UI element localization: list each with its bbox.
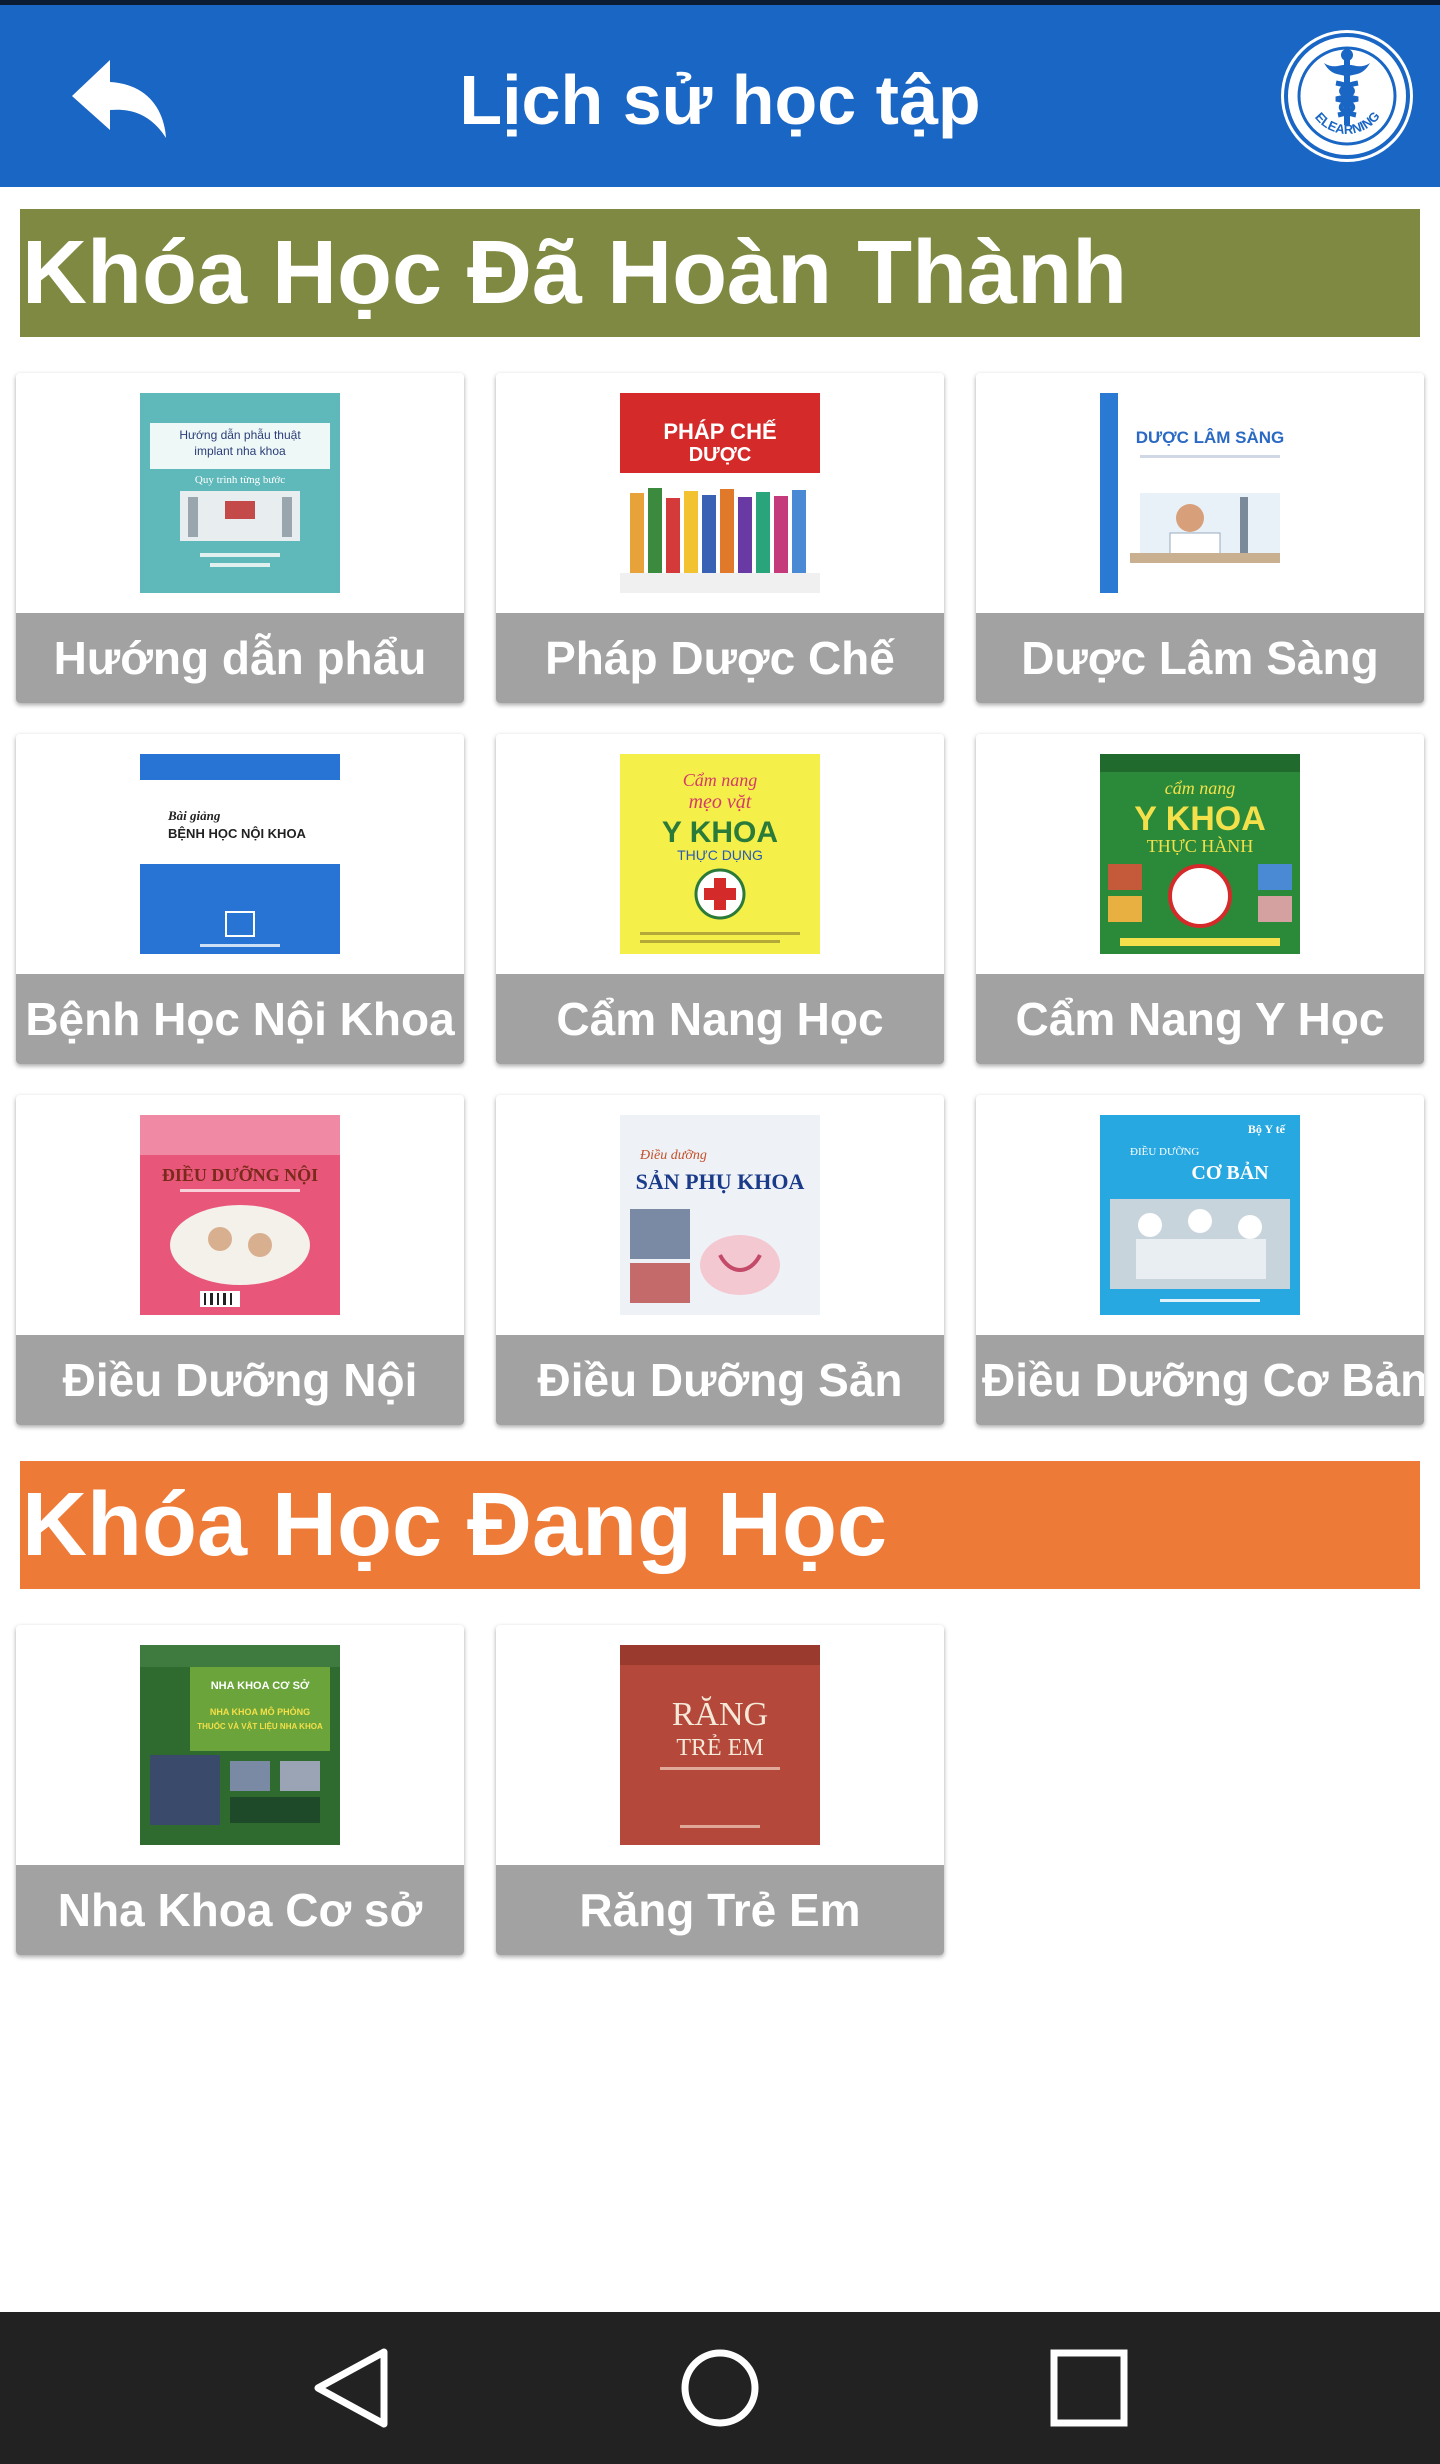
course-title: Nha Khoa Cơ sở xyxy=(16,1865,464,1955)
svg-text:PHÁP CHẾ: PHÁP CHẾ xyxy=(663,419,776,444)
svg-text:TRẺ EM: TRẺ EM xyxy=(676,1735,763,1761)
course-cover: cẩm nang Y KHOA THỰC HÀNH xyxy=(1100,754,1300,954)
course-title: Hướng dẫn phẩu xyxy=(16,613,464,703)
svg-text:RĂNG: RĂNG xyxy=(672,1696,768,1733)
course-card[interactable]: RĂNG TRẺ EM Răng Trẻ Em xyxy=(496,1625,944,1955)
svg-text:NHA KHOA CƠ SỞ: NHA KHOA CƠ SỞ xyxy=(211,1679,310,1692)
svg-text:SẢN PHỤ KHOA: SẢN PHỤ KHOA xyxy=(636,1169,805,1194)
elearning-logo: ELEARNING xyxy=(1284,33,1410,159)
system-nav-bar xyxy=(0,2312,1440,2464)
svg-text:THỰC DỤNG: THỰC DỤNG xyxy=(677,847,763,863)
page-title: Lịch sử học tập xyxy=(459,61,981,139)
course-cover: RĂNG TRẺ EM xyxy=(620,1645,820,1845)
svg-text:Hướng dẫn phẫu thuật: Hướng dẫn phẫu thuật xyxy=(179,427,301,442)
course-cover: ĐIỀU DƯỠNG NỘI xyxy=(140,1115,340,1315)
course-title: Điều Dưỡng Cơ Bản xyxy=(976,1335,1424,1425)
course-card[interactable]: PHÁP CHẾ DƯỢC Pháp Dược Chế xyxy=(496,373,944,703)
course-card[interactable]: Bộ Y tế ĐIỀU DƯỠNG CƠ BẢN Điều Dưỡng Cơ … xyxy=(976,1095,1424,1425)
svg-text:ĐIỀU DƯỠNG: ĐIỀU DƯỠNG xyxy=(1130,1145,1199,1158)
course-card[interactable]: cẩm nang Y KHOA THỰC HÀNH Cẩm Nang Y Học xyxy=(976,734,1424,1064)
svg-text:Bộ Y tế: Bộ Y tế xyxy=(1248,1122,1286,1136)
course-cover: Hướng dẫn phẫu thuật implant nha khoa Qu… xyxy=(140,393,340,593)
course-title: Dược Lâm Sàng xyxy=(976,613,1424,703)
svg-text:THỰC HÀNH: THỰC HÀNH xyxy=(1147,835,1253,856)
course-cover: Bộ Y tế ĐIỀU DƯỠNG CƠ BẢN xyxy=(1100,1115,1300,1315)
course-card[interactable]: ĐIỀU DƯỠNG NỘI Điều Dưỡng Nội xyxy=(16,1095,464,1425)
svg-text:Quy trình từng bước: Quy trình từng bước xyxy=(195,474,285,486)
course-cover: Bài giảng BỆNH HỌC NỘI KHOA xyxy=(140,754,340,954)
course-title: Cẩm Nang Học xyxy=(496,974,944,1064)
course-title: Pháp Dược Chế xyxy=(496,613,944,703)
square-recents-icon[interactable] xyxy=(1034,2342,1144,2434)
course-cover: DƯỢC LÂM SÀNG xyxy=(1100,393,1300,593)
course-cover: Cẩm nang mẹo vặt Y KHOA THỰC DỤNG xyxy=(620,754,820,954)
section-title-in-progress: Khóa Học Đang Học xyxy=(20,1461,1420,1589)
svg-text:DƯỢC LÂM SÀNG: DƯỢC LÂM SÀNG xyxy=(1136,428,1285,447)
svg-text:CƠ BẢN: CƠ BẢN xyxy=(1191,1161,1269,1184)
course-card[interactable]: Cẩm nang mẹo vặt Y KHOA THỰC DỤNG Cẩm Na… xyxy=(496,734,944,1064)
svg-text:Điều dưỡng: Điều dưỡng xyxy=(639,1148,707,1163)
course-title: Cẩm Nang Y Học xyxy=(976,974,1424,1064)
course-cover: Điều dưỡng SẢN PHỤ KHOA xyxy=(620,1115,820,1315)
course-card[interactable]: Điều dưỡng SẢN PHỤ KHOA Điều Dưỡng Sản xyxy=(496,1095,944,1425)
section-title-completed: Khóa Học Đã Hoàn Thành xyxy=(20,209,1420,337)
svg-text:NHA KHOA MÔ PHỎNG: NHA KHOA MÔ PHỎNG xyxy=(210,1706,310,1717)
svg-text:ĐIỀU DƯỠNG NỘI: ĐIỀU DƯỠNG NỘI xyxy=(162,1164,318,1185)
svg-text:Y KHOA: Y KHOA xyxy=(662,816,778,849)
svg-text:DƯỢC: DƯỢC xyxy=(689,444,752,466)
course-cover: PHÁP CHẾ DƯỢC xyxy=(620,393,820,593)
svg-text:implant nha khoa: implant nha khoa xyxy=(194,444,286,458)
app-header: Lịch sử học tập ELEARNING xyxy=(0,5,1440,187)
course-card[interactable]: Bài giảng BỆNH HỌC NỘI KHOA Bệnh Học Nội… xyxy=(16,734,464,1064)
svg-text:cẩm nang: cẩm nang xyxy=(1165,778,1236,798)
course-card[interactable]: DƯỢC LÂM SÀNG Dược Lâm Sàng xyxy=(976,373,1424,703)
svg-text:Cẩm nang: Cẩm nang xyxy=(683,770,758,790)
course-cover: NHA KHOA CƠ SỞ NHA KHOA MÔ PHỎNG THUỐC V… xyxy=(140,1645,340,1845)
svg-text:THUỐC VÀ VẬT LIỆU NHA KHOA: THUỐC VÀ VẬT LIỆU NHA KHOA xyxy=(197,1721,323,1731)
course-title: Điều Dưỡng Nội xyxy=(16,1335,464,1425)
svg-text:Bài giảng: Bài giảng xyxy=(167,808,221,823)
course-card[interactable]: Hướng dẫn phẫu thuật implant nha khoa Qu… xyxy=(16,373,464,703)
svg-text:BỆNH HỌC NỘI KHOA: BỆNH HỌC NỘI KHOA xyxy=(168,826,307,841)
triangle-back-icon[interactable] xyxy=(296,2342,406,2434)
course-title: Răng Trẻ Em xyxy=(496,1865,944,1955)
circle-home-icon[interactable] xyxy=(665,2342,775,2434)
svg-text:Y KHOA: Y KHOA xyxy=(1134,800,1266,838)
course-card[interactable]: NHA KHOA CƠ SỞ NHA KHOA MÔ PHỎNG THUỐC V… xyxy=(16,1625,464,1955)
course-title: Bệnh Học Nội Khoa xyxy=(16,974,464,1064)
svg-text:mẹo vặt: mẹo vặt xyxy=(689,791,752,813)
course-title: Điều Dưỡng Sản xyxy=(496,1335,944,1425)
